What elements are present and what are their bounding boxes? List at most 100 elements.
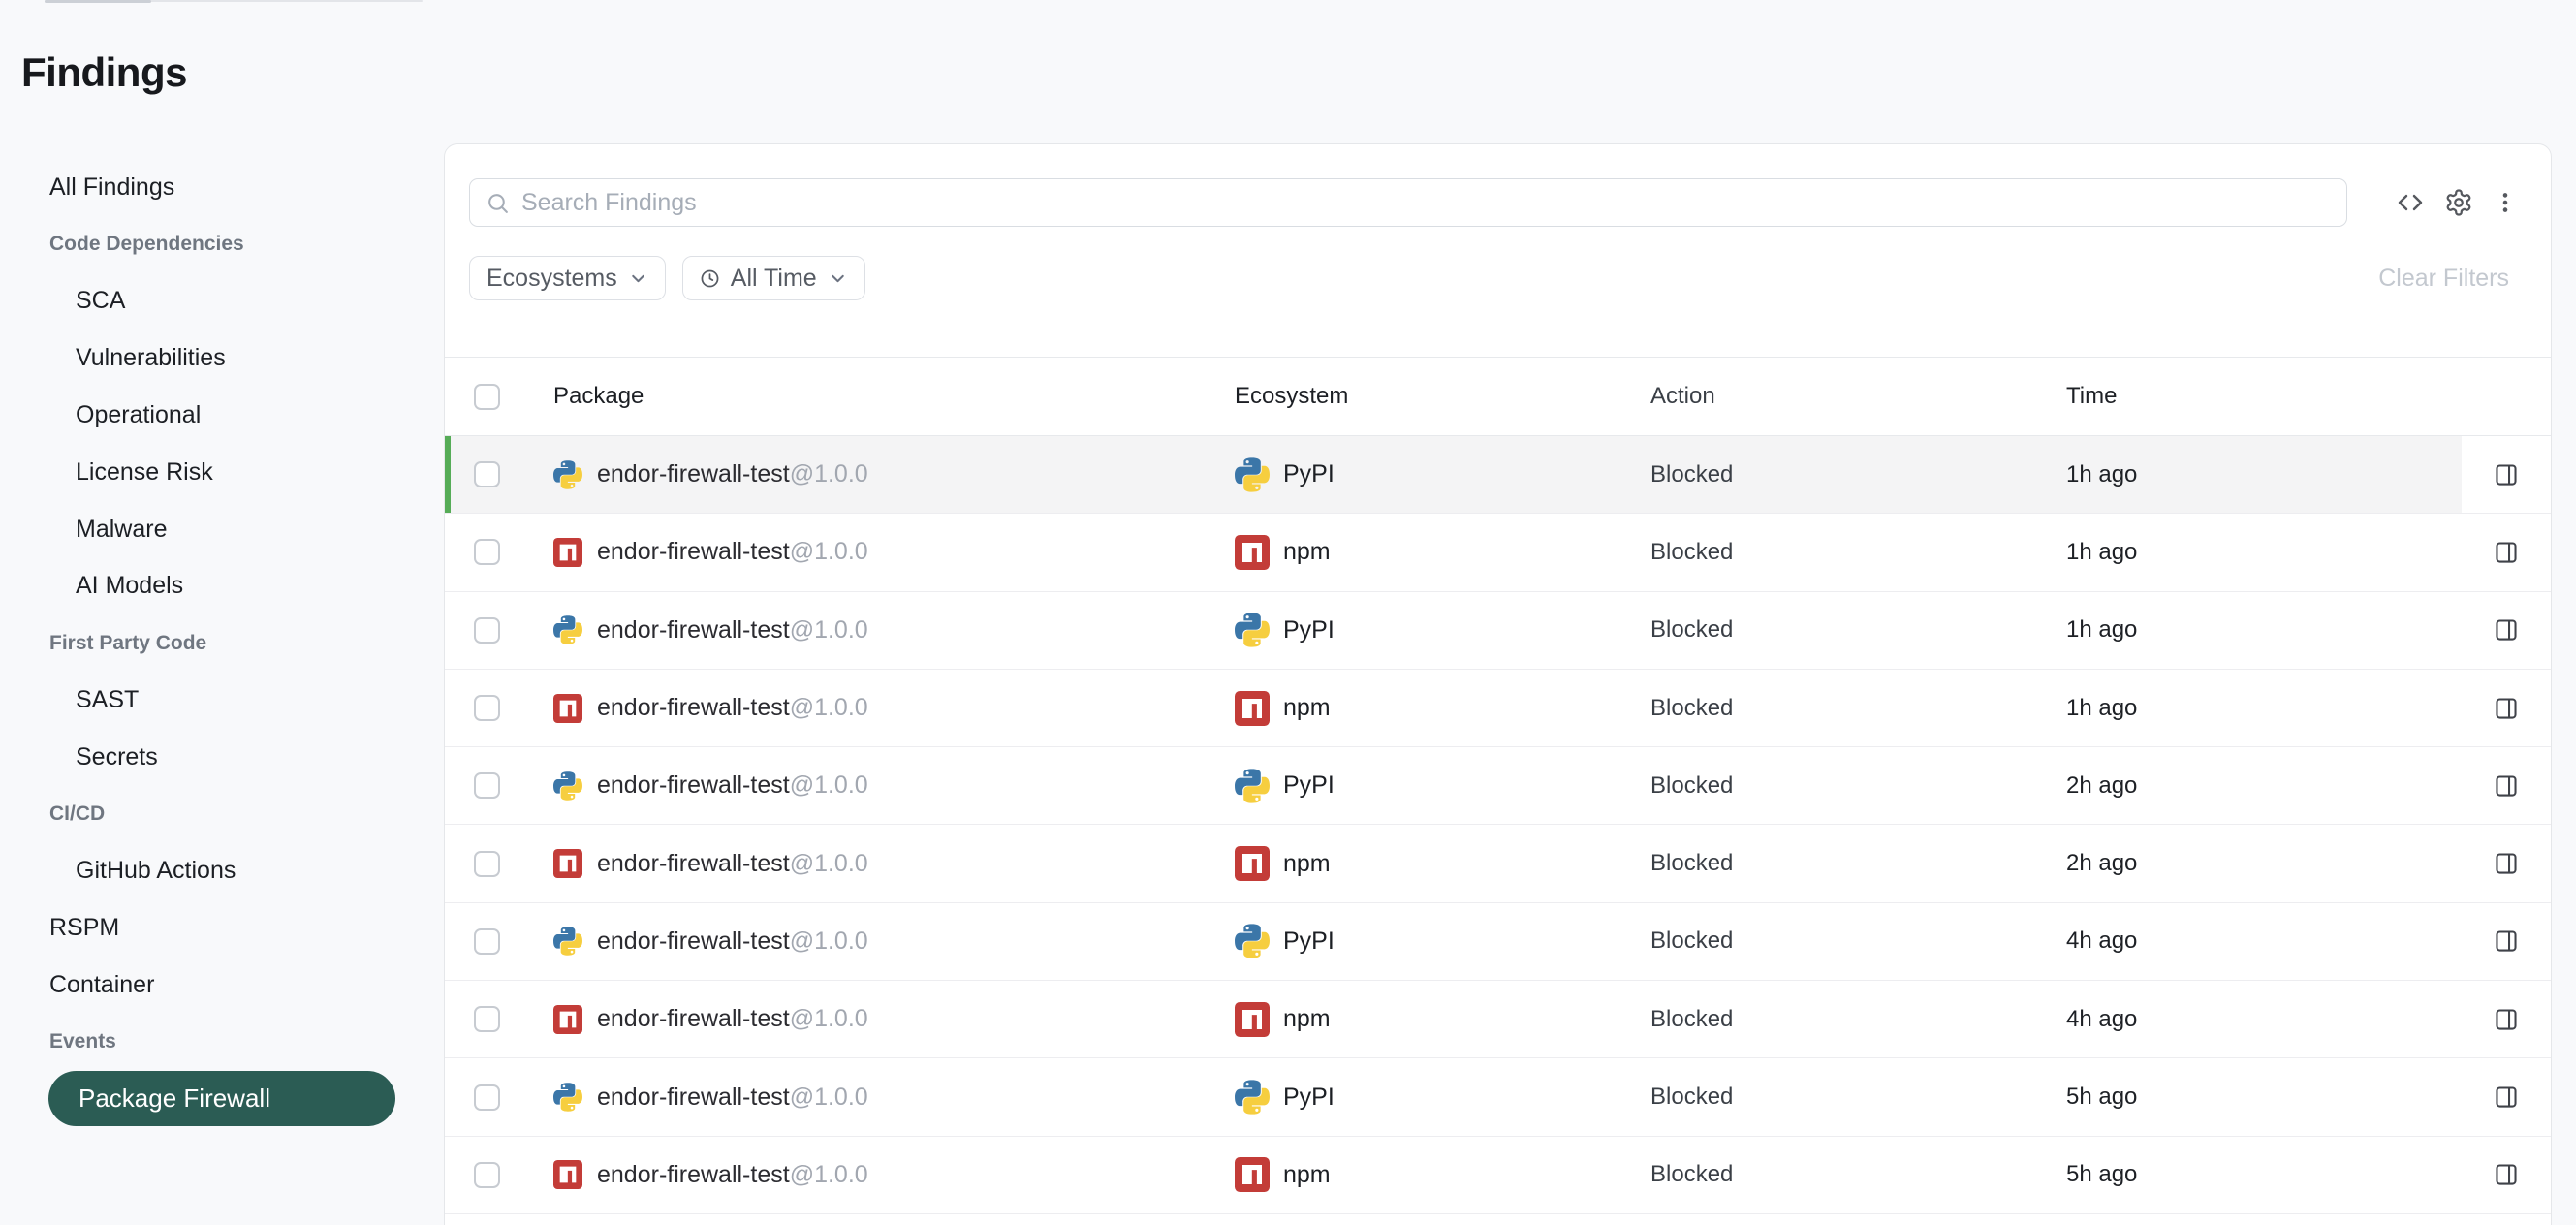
sidebar-item-license-risk[interactable]: License Risk	[21, 444, 444, 501]
python-logo-icon	[1235, 457, 1270, 492]
ecosystem-cell: PyPI	[1235, 924, 1650, 958]
code-view-button[interactable]	[2396, 188, 2425, 217]
open-detail-panel-button[interactable]	[2494, 696, 2519, 721]
sidebar-item-rspm[interactable]: RSPM	[21, 899, 444, 957]
package-name: endor-firewall-test@1.0.0	[597, 694, 868, 722]
header-time: Time	[2066, 383, 2462, 410]
open-detail-panel-button[interactable]	[2494, 773, 2519, 799]
toolbar	[445, 144, 2551, 227]
panel-cell	[2462, 981, 2551, 1057]
python-logo-icon	[1235, 1080, 1270, 1115]
sidebar-item-vulnerabilities[interactable]: Vulnerabilities	[21, 330, 444, 387]
npm-logo-icon	[553, 1160, 582, 1189]
select-all-checkbox[interactable]	[474, 384, 500, 410]
header-panel-cell	[2462, 358, 2551, 435]
table-row[interactable]: endor-firewall-test@1.0.0 npmBlocked1h a…	[445, 514, 2551, 591]
table-header: Package Ecosystem Action Time	[445, 357, 2551, 436]
row-checkbox[interactable]	[474, 1006, 500, 1032]
sidebar-item-sast[interactable]: SAST	[21, 672, 444, 729]
open-detail-panel-button[interactable]	[2494, 1162, 2519, 1187]
table-row[interactable]: endor-firewall-test@1.0.0 PyPIBlocked1h …	[445, 436, 2551, 514]
gear-icon	[2444, 188, 2473, 217]
sidebar-item-operational[interactable]: Operational	[21, 387, 444, 444]
npm-logo-icon	[553, 538, 582, 567]
row-checkbox-cell	[445, 695, 553, 721]
action-cell: Blocked	[1650, 539, 2066, 566]
action-cell: Blocked	[1650, 1084, 2066, 1111]
sidebar-item-all-findings[interactable]: All Findings	[21, 159, 444, 216]
row-checkbox-cell	[445, 1084, 553, 1111]
panel-cell	[2462, 1137, 2551, 1213]
time-cell: 5h ago	[2066, 1084, 2462, 1111]
row-checkbox[interactable]	[474, 617, 500, 644]
ecosystems-filter-label: Ecosystems	[487, 265, 617, 293]
open-detail-panel-button[interactable]	[2494, 462, 2519, 487]
table-row[interactable]: endor-firewall-test@1.0.0 PyPIBlocked2h …	[445, 747, 2551, 825]
table-row[interactable]: endor-firewall-test@1.0.0 npmBlocked2h a…	[445, 825, 2551, 902]
ecosystem-label: npm	[1283, 694, 1331, 722]
sidebar-item-malware[interactable]: Malware	[21, 501, 444, 558]
ecosystem-cell: PyPI	[1235, 612, 1650, 647]
package-version: @1.0.0	[790, 927, 868, 955]
table-row[interactable]: endor-firewall-test@1.0.0 PyPI Blocked5h …	[445, 1058, 2551, 1136]
npm-logo-icon	[1235, 691, 1270, 726]
ecosystem-cell: PyPI	[1235, 457, 1650, 492]
package-cell: endor-firewall-test@1.0.0	[553, 771, 1235, 801]
main-content: Ecosystems All Time Clear Filters Packag…	[444, 0, 2576, 1225]
row-checkbox[interactable]	[474, 695, 500, 721]
search-box[interactable]	[469, 178, 2347, 227]
open-detail-panel-button[interactable]	[2494, 1084, 2519, 1110]
panel-right-icon	[2494, 462, 2519, 487]
python-logo-icon	[1235, 924, 1270, 958]
sidebar-item-secrets[interactable]: Secrets	[21, 729, 444, 786]
clear-filters-button[interactable]: Clear Filters	[2378, 265, 2509, 293]
sidebar-item-sca[interactable]: SCA	[21, 273, 444, 330]
sidebar-item-ai-models[interactable]: AI Models	[21, 558, 444, 615]
action-cell: Blocked	[1650, 850, 2066, 877]
ecosystem-label: npm	[1283, 1161, 1331, 1189]
table-row[interactable]: endor-firewall-test@1.0.0 PyPIBlocked1h …	[445, 592, 2551, 670]
row-checkbox[interactable]	[474, 1162, 500, 1188]
ecosystem-label: PyPI	[1283, 1084, 1335, 1112]
row-checkbox[interactable]	[474, 851, 500, 877]
action-cell: Blocked	[1650, 1006, 2066, 1033]
package-version: @1.0.0	[790, 1005, 868, 1032]
row-checkbox[interactable]	[474, 928, 500, 955]
sidebar-item-package-firewall[interactable]: Package Firewall	[48, 1071, 395, 1126]
row-checkbox[interactable]	[474, 461, 500, 487]
row-checkbox[interactable]	[474, 772, 500, 799]
column-header-time: Time	[2066, 383, 2462, 410]
row-checkbox[interactable]	[474, 1084, 500, 1111]
table-body: endor-firewall-test@1.0.0 PyPIBlocked1h …	[445, 436, 2551, 1214]
settings-button[interactable]	[2444, 188, 2473, 217]
package-version: @1.0.0	[790, 616, 868, 644]
sidebar-item-container[interactable]: Container	[21, 957, 444, 1014]
open-detail-panel-button[interactable]	[2494, 540, 2519, 565]
panel-cell	[2462, 1058, 2551, 1135]
row-checkbox[interactable]	[474, 539, 500, 565]
chevron-down-icon	[828, 268, 848, 289]
package-version: @1.0.0	[790, 694, 868, 721]
package-version: @1.0.0	[790, 460, 868, 487]
table-row[interactable]: endor-firewall-test@1.0.0 PyPIBlocked4h …	[445, 903, 2551, 981]
table-row[interactable]: endor-firewall-test@1.0.0 npmBlocked1h a…	[445, 670, 2551, 747]
npm-logo-icon	[553, 849, 582, 878]
time-filter-button[interactable]: All Time	[682, 256, 865, 300]
panel-right-icon	[2494, 617, 2519, 643]
open-detail-panel-button[interactable]	[2494, 851, 2519, 876]
open-detail-panel-button[interactable]	[2494, 1007, 2519, 1032]
ecosystems-filter-button[interactable]: Ecosystems	[469, 256, 666, 300]
package-cell: endor-firewall-test@1.0.0	[553, 1083, 1235, 1112]
action-cell: Blocked	[1650, 616, 2066, 644]
more-options-button[interactable]	[2493, 190, 2518, 215]
search-input[interactable]	[521, 189, 2331, 217]
open-detail-panel-button[interactable]	[2494, 928, 2519, 954]
table-row[interactable]: endor-firewall-test@1.0.0 npmBlocked5h a…	[445, 1137, 2551, 1214]
table-row[interactable]: endor-firewall-test@1.0.0 npmBlocked4h a…	[445, 981, 2551, 1058]
package-name: endor-firewall-test@1.0.0	[597, 460, 868, 488]
sidebar-item-github-actions[interactable]: GitHub Actions	[21, 843, 444, 900]
horizontal-scrollbar-thumb[interactable]	[45, 0, 151, 3]
open-detail-panel-button[interactable]	[2494, 617, 2519, 643]
package-version: @1.0.0	[790, 538, 868, 565]
sidebar-section-code-dependencies: Code Dependencies	[21, 216, 444, 273]
